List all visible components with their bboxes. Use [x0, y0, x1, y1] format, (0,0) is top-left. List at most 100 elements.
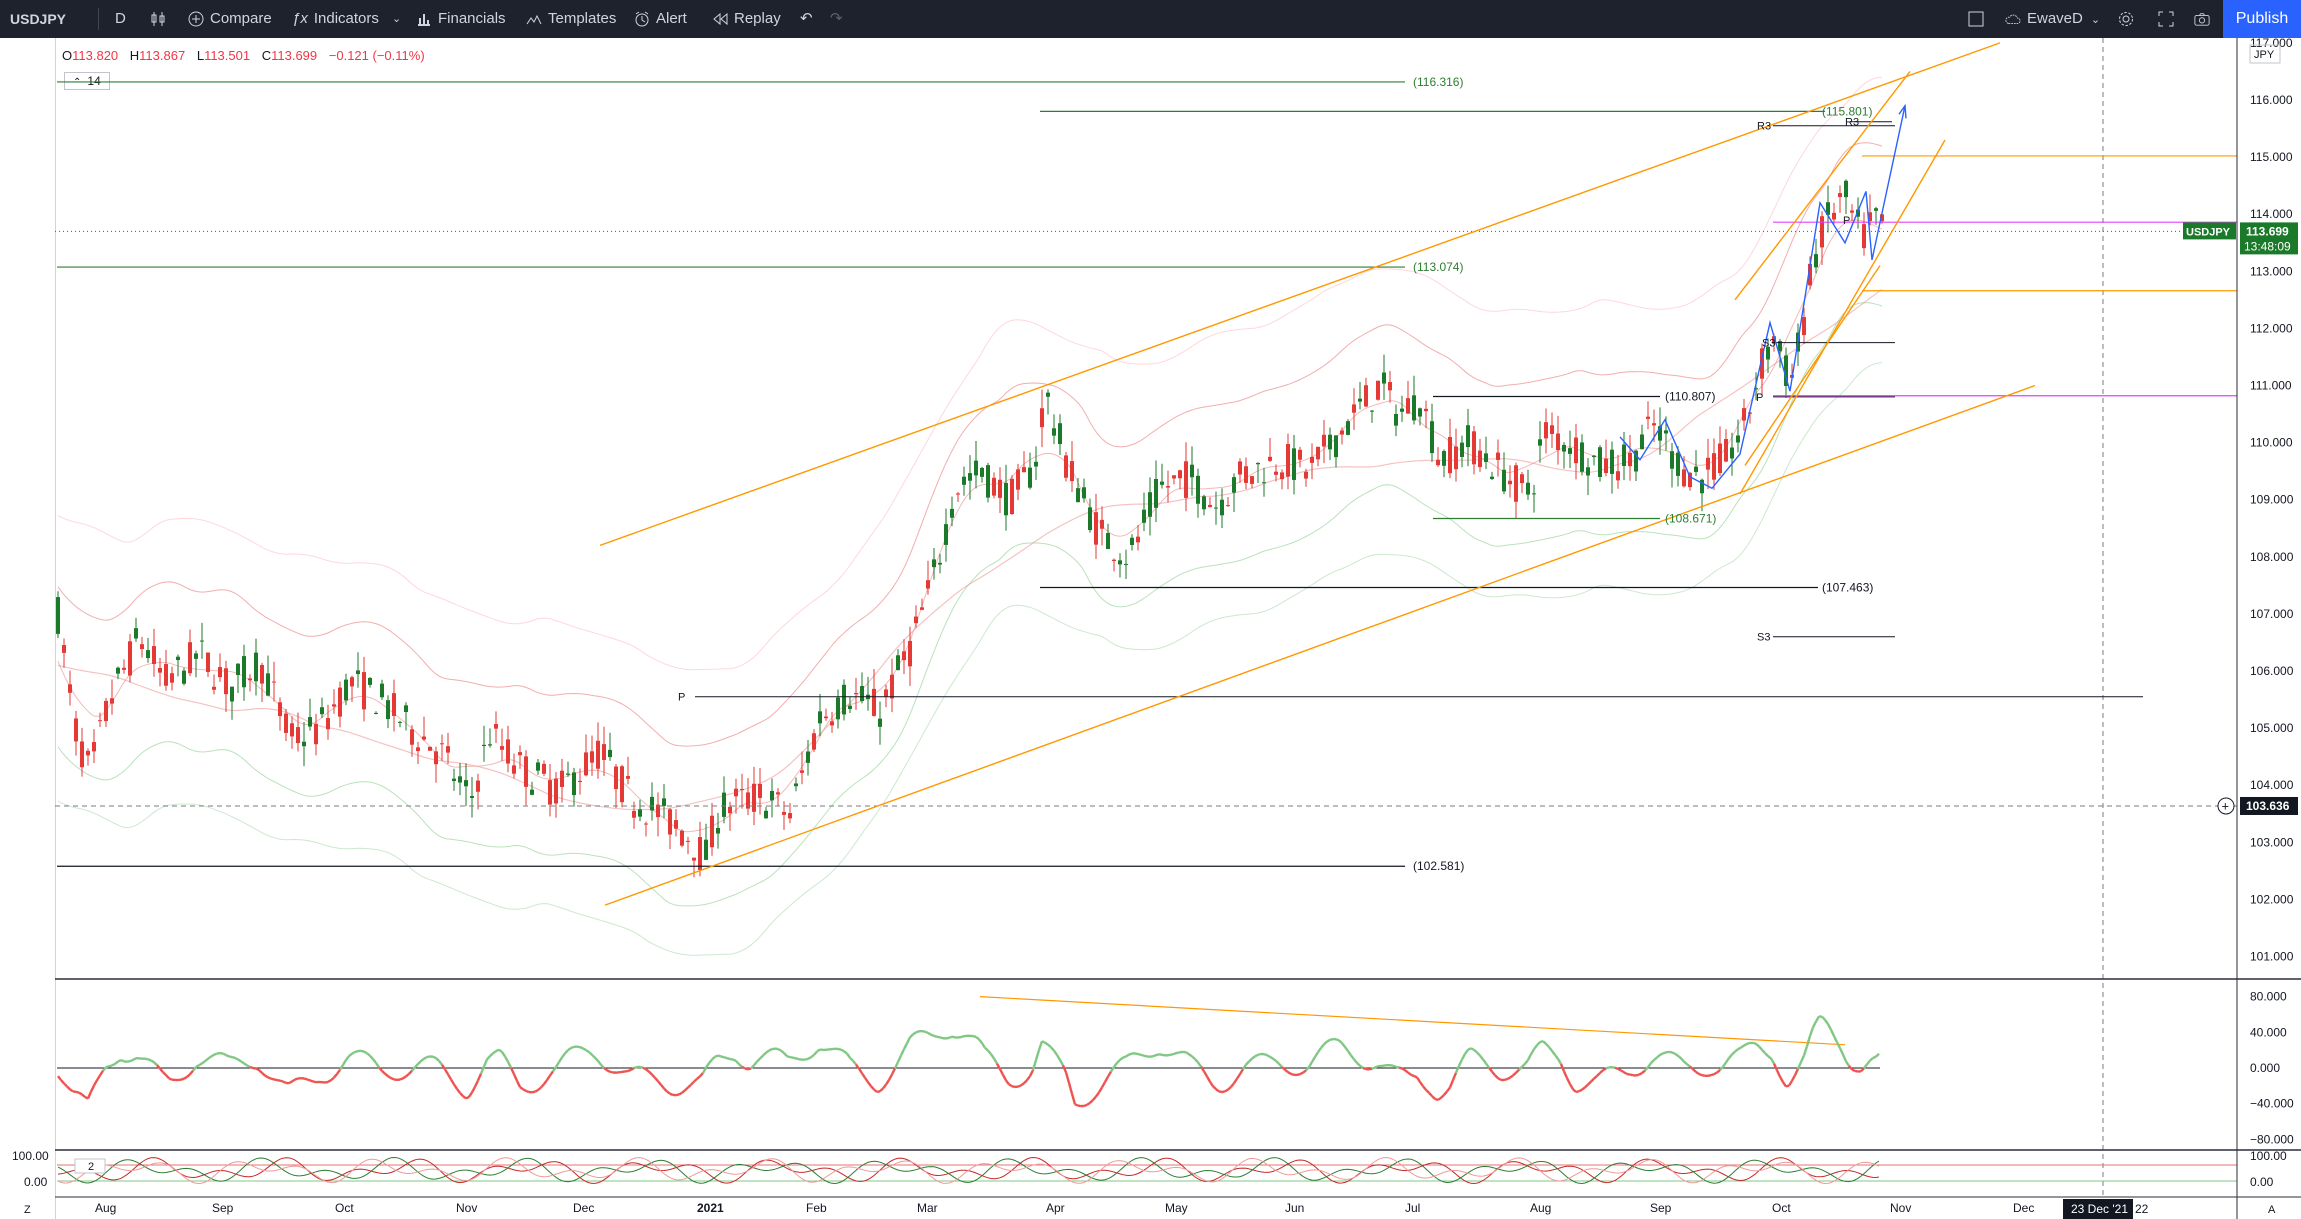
candle-body: [524, 756, 528, 787]
oscillator-line: [1638, 1072, 1643, 1076]
elliott-wave-path: [1619, 105, 1906, 490]
candle-body: [218, 667, 222, 678]
oscillator-line: [443, 1068, 450, 1075]
oscillator-line: [402, 1075, 407, 1080]
price-tick-label: 115.000: [2250, 150, 2293, 164]
oscillator-line: [1491, 1070, 1496, 1077]
oscillator-line: [1272, 1057, 1277, 1062]
chart-area[interactable]: (116.316)(115.801)(113.074)(110.807)(108…: [0, 38, 2301, 1219]
chart-type-button[interactable]: [150, 0, 172, 38]
oscillator-line: [543, 1079, 548, 1085]
oscillator-line: [1083, 1103, 1088, 1108]
interval-button[interactable]: D: [115, 0, 126, 38]
bar-countdown: 13:48:09: [2244, 239, 2291, 253]
candle-body: [1694, 466, 1698, 472]
candle-body: [1094, 512, 1098, 545]
oscillator-line: [1875, 1052, 1880, 1058]
oscillator-line: [446, 1073, 453, 1081]
oscillator-line: [1055, 1054, 1062, 1061]
time-axis-label: Mar: [917, 1201, 938, 1215]
compare-button[interactable]: Compare: [188, 0, 272, 38]
oscillator-line: [717, 1054, 722, 1058]
oscillator-line: [276, 1078, 281, 1082]
layout-name-button[interactable]: EwaveD ⌄: [2005, 0, 2100, 38]
candle-body: [1616, 471, 1620, 481]
oscillator-line: [150, 1059, 155, 1064]
alert-button[interactable]: Alert: [634, 0, 687, 38]
candle-body: [836, 697, 840, 720]
oscillator-line: [288, 1080, 293, 1085]
candle-body: [1706, 457, 1710, 470]
oscillator-line: [837, 1047, 842, 1051]
snapshot-button[interactable]: [2194, 0, 2216, 38]
time-axis-label: 22: [2135, 1202, 2149, 1216]
stoch-visibility-toggle[interactable]: 2: [74, 1158, 106, 1174]
oscillator-line: [60, 1079, 65, 1085]
candle-body: [944, 524, 948, 545]
fullscreen-layout-button[interactable]: [1968, 0, 1990, 38]
oscillator-line: [930, 1033, 935, 1038]
oscillator-line: [240, 1060, 245, 1065]
oscillator-line: [1313, 1051, 1320, 1058]
chevron-down-icon[interactable]: ⌄: [392, 0, 401, 38]
oscillator-line: [545, 1074, 552, 1081]
candle-body: [272, 681, 276, 683]
candle-body: [830, 721, 834, 726]
bollinger-upper: [57, 142, 1883, 747]
undo-button[interactable]: ↶: [800, 0, 813, 38]
candle-body: [980, 467, 984, 477]
publish-button[interactable]: Publish: [2223, 0, 2301, 38]
oscillator-line: [1565, 1077, 1572, 1085]
oscillator-line: [468, 1091, 473, 1098]
oscillator-line: [1356, 1062, 1361, 1067]
oscillator-line: [1230, 1082, 1235, 1088]
price-level-label: (116.316): [1413, 75, 1463, 89]
oscillator-line: [708, 1058, 713, 1064]
price-tick-label: 114.000: [2250, 207, 2293, 221]
candle-body: [1544, 422, 1548, 439]
oscillator-line: [738, 1063, 743, 1068]
oscillator-line: [557, 1056, 564, 1063]
candle-body: [950, 508, 954, 518]
oscillator-line: [741, 1065, 746, 1070]
oscillator-line: [108, 1064, 113, 1068]
oscillator-line: [843, 1050, 848, 1055]
oscillator-line: [753, 1060, 758, 1067]
oscillator-line: [1125, 1053, 1130, 1058]
oscillator-line: [1467, 1047, 1472, 1051]
indicators-button[interactable]: ƒx Indicators: [292, 0, 379, 38]
oscillator-line: [1137, 1052, 1142, 1057]
candle-body: [344, 679, 348, 701]
oscillator-line: [1254, 1053, 1259, 1058]
oscillator-line: [1629, 1073, 1634, 1077]
fullscreen-button[interactable]: [2158, 0, 2180, 38]
oscillator-line: [515, 1080, 522, 1088]
oscillator-line: [1614, 1066, 1619, 1071]
candle-body: [1520, 474, 1524, 484]
oscillator-line: [990, 1053, 995, 1060]
oscillator-line: [1103, 1076, 1110, 1083]
oscillator-line: [282, 1080, 287, 1085]
candle-body: [1592, 455, 1596, 458]
candle-body: [488, 744, 492, 746]
templates-button[interactable]: Templates: [526, 0, 616, 38]
oscillator-line: [503, 1055, 510, 1063]
candle-body: [932, 559, 936, 568]
settings-button[interactable]: [2118, 0, 2140, 38]
replay-button[interactable]: Replay: [712, 0, 781, 38]
candle-body: [1214, 507, 1218, 509]
symbol-search-button[interactable]: USDJPY: [10, 0, 66, 38]
oscillator-line: [846, 1052, 851, 1059]
oscillator-line: [129, 1058, 134, 1063]
oscillator-line: [978, 1038, 983, 1044]
price-level-label: (108.671): [1665, 511, 1716, 525]
oscillator-line: [1635, 1073, 1640, 1077]
oscillator-line: [783, 1052, 788, 1058]
candle-body: [1304, 471, 1308, 479]
candle-body: [536, 762, 540, 771]
candle-body: [1652, 423, 1656, 426]
redo-button[interactable]: ↷: [830, 0, 843, 38]
financials-button[interactable]: Financials: [416, 0, 506, 38]
oscillator-line: [1689, 1065, 1694, 1071]
oscillator-line: [57, 1075, 62, 1081]
